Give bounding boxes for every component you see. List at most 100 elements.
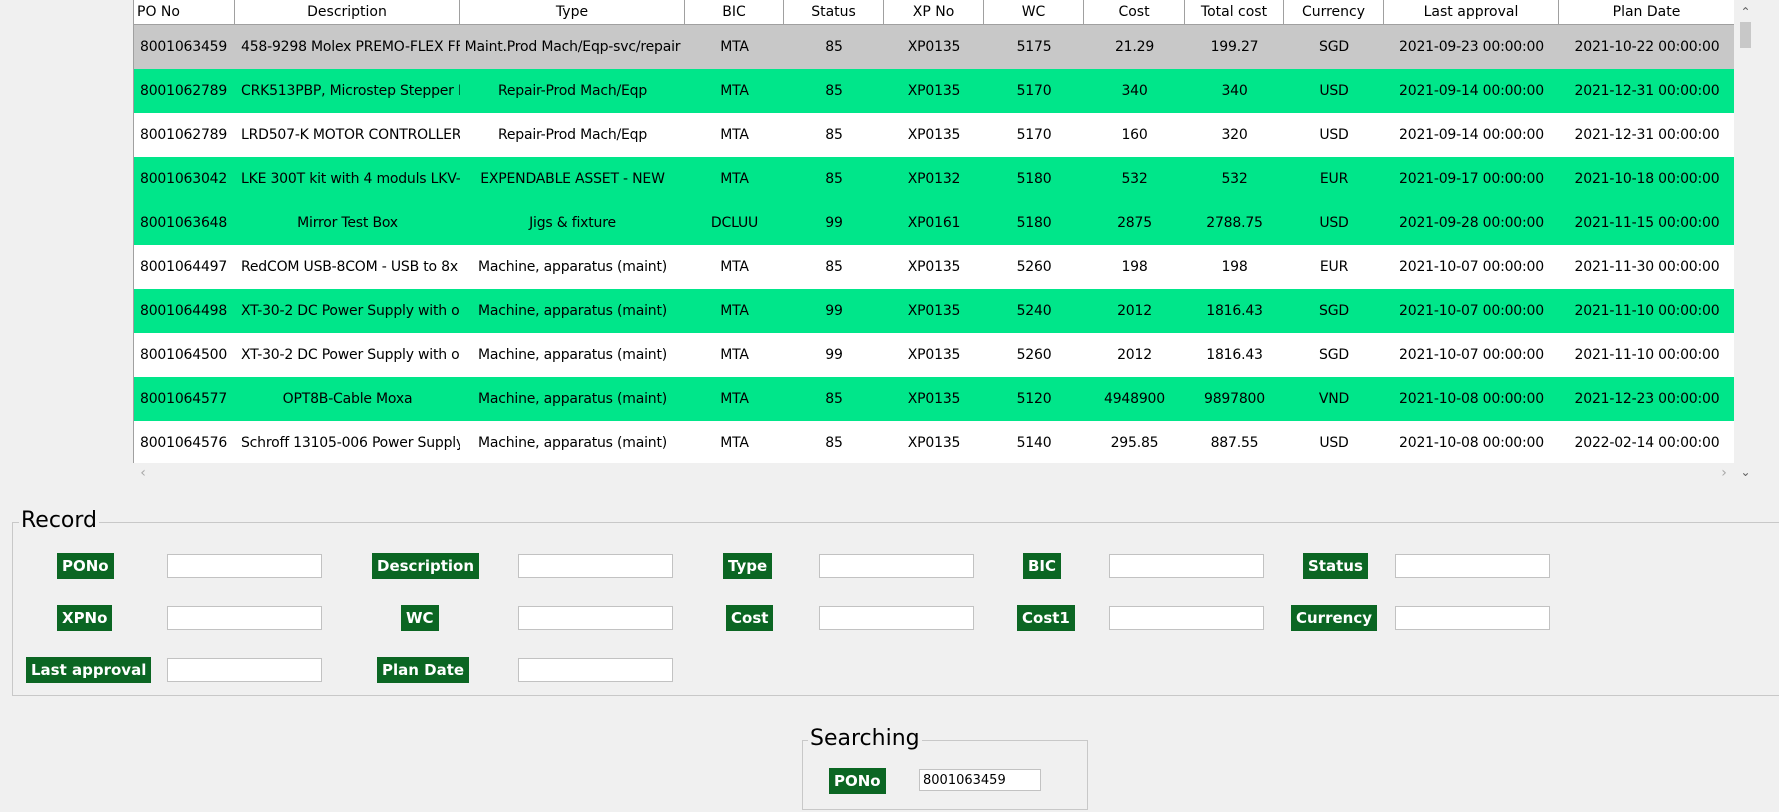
column-header-type[interactable]: Type (460, 0, 685, 24)
cell-last-approval[interactable]: 2021-09-23 00:00:00 (1384, 39, 1559, 55)
cell-cost[interactable]: 4948900 (1084, 391, 1185, 407)
cell-plan-date[interactable]: 2021-11-15 00:00:00 (1559, 215, 1735, 231)
cell-last-approval[interactable]: 2021-10-07 00:00:00 (1384, 303, 1559, 319)
table-row[interactable]: 8001063042 LKE 300T kit with 4 moduls LKV… (134, 157, 1735, 201)
currency-field[interactable] (1395, 606, 1550, 630)
scroll-right-icon[interactable]: › (1714, 463, 1734, 483)
cell-description[interactable]: XT-30-2 DC Power Supply with o (235, 347, 460, 363)
table-row[interactable]: 8001064577 OPT8B-Cable Moxa Machine, appar… (134, 377, 1735, 421)
table-row[interactable]: 8001064500 XT-30-2 DC Power Supply with o… (134, 333, 1735, 377)
cell-po-no[interactable]: 8001062789 (134, 83, 235, 99)
cell-cost[interactable]: 21.29 (1084, 39, 1185, 55)
cell-cost[interactable]: 2875 (1084, 215, 1185, 231)
vertical-scrollbar[interactable]: ⌃ ⌄ (1734, 0, 1757, 481)
cell-xp-no[interactable]: XP0135 (884, 347, 984, 363)
cell-currency[interactable]: SGD (1284, 39, 1384, 55)
column-header-cost[interactable]: Cost (1084, 0, 1185, 24)
cell-status[interactable]: 85 (784, 39, 884, 55)
cell-last-approval[interactable]: 2021-10-08 00:00:00 (1384, 435, 1559, 451)
cell-status[interactable]: 85 (784, 83, 884, 99)
column-header-wc[interactable]: WC (984, 0, 1084, 24)
scroll-left-icon[interactable]: ‹ (133, 463, 153, 483)
cell-currency[interactable]: EUR (1284, 171, 1384, 187)
cell-currency[interactable]: SGD (1284, 347, 1384, 363)
cell-last-approval[interactable]: 2021-09-28 00:00:00 (1384, 215, 1559, 231)
last-approval-field[interactable] (167, 658, 322, 682)
cell-type[interactable]: Machine, apparatus (maint) (460, 435, 685, 451)
cell-description[interactable]: LRD507-K MOTOR CONTROLLER (235, 127, 460, 143)
cell-status[interactable]: 99 (784, 347, 884, 363)
cell-cost[interactable]: 532 (1084, 171, 1185, 187)
cell-currency[interactable]: USD (1284, 83, 1384, 99)
cell-wc[interactable]: 5180 (984, 215, 1084, 231)
cell-wc[interactable]: 5180 (984, 171, 1084, 187)
cell-last-approval[interactable]: 2021-09-14 00:00:00 (1384, 83, 1559, 99)
column-header-status[interactable]: Status (784, 0, 884, 24)
cell-wc[interactable]: 5260 (984, 347, 1084, 363)
type-field[interactable] (819, 554, 974, 578)
cell-plan-date[interactable]: 2021-10-18 00:00:00 (1559, 171, 1735, 187)
cell-cost[interactable]: 340 (1084, 83, 1185, 99)
description-field[interactable] (518, 554, 673, 578)
column-header-currency[interactable]: Currency (1284, 0, 1384, 24)
cell-description[interactable]: Schroff 13105-006 Power Supply (235, 435, 460, 451)
column-header-po-no[interactable]: PO No (134, 0, 235, 24)
cell-currency[interactable]: EUR (1284, 259, 1384, 275)
cell-type[interactable]: Repair-Prod Mach/Eqp (460, 83, 685, 99)
cell-last-approval[interactable]: 2021-10-07 00:00:00 (1384, 347, 1559, 363)
cell-total-cost[interactable]: 340 (1185, 83, 1284, 99)
cell-status[interactable]: 99 (784, 215, 884, 231)
cell-po-no[interactable]: 8001063459 (134, 39, 235, 55)
status-field[interactable] (1395, 554, 1550, 578)
table-row[interactable]: 8001062789 CRK513PBP, Microstep Stepper M… (134, 69, 1735, 113)
cell-wc[interactable]: 5260 (984, 259, 1084, 275)
cell-cost[interactable]: 295.85 (1084, 435, 1185, 451)
cell-wc[interactable]: 5140 (984, 435, 1084, 451)
wc-field[interactable] (518, 606, 673, 630)
column-header-last-approval[interactable]: Last approval (1384, 0, 1559, 24)
cell-description[interactable]: 458-9298 Molex PREMO-FLEX FF (235, 39, 460, 55)
cell-total-cost[interactable]: 199.27 (1185, 39, 1284, 55)
search-pono-input[interactable] (919, 769, 1041, 791)
cell-type[interactable]: Machine, apparatus (maint) (460, 259, 685, 275)
cell-total-cost[interactable]: 887.55 (1185, 435, 1284, 451)
cell-cost[interactable]: 2012 (1084, 303, 1185, 319)
cell-total-cost[interactable]: 1816.43 (1185, 303, 1284, 319)
po-table[interactable]: PO No Description Type BIC Status XP No … (133, 0, 1735, 481)
cell-status[interactable]: 85 (784, 171, 884, 187)
cell-po-no[interactable]: 8001064498 (134, 303, 235, 319)
cell-bic[interactable]: MTA (685, 39, 784, 55)
plan-date-field[interactable] (518, 658, 673, 682)
horizontal-scrollbar[interactable]: ‹ › (133, 463, 1734, 483)
cell-currency[interactable]: USD (1284, 127, 1384, 143)
cell-wc[interactable]: 5170 (984, 127, 1084, 143)
cell-total-cost[interactable]: 1816.43 (1185, 347, 1284, 363)
cell-status[interactable]: 85 (784, 391, 884, 407)
cell-total-cost[interactable]: 9897800 (1185, 391, 1284, 407)
cost1-field[interactable] (1109, 606, 1264, 630)
table-row[interactable]: 8001064576 Schroff 13105-006 Power Supply… (134, 421, 1735, 465)
cell-bic[interactable]: MTA (685, 391, 784, 407)
cell-bic[interactable]: MTA (685, 347, 784, 363)
cell-last-approval[interactable]: 2021-10-07 00:00:00 (1384, 259, 1559, 275)
cell-plan-date[interactable]: 2021-11-10 00:00:00 (1559, 303, 1735, 319)
cell-bic[interactable]: MTA (685, 259, 784, 275)
cell-type[interactable]: Jigs & fixture (460, 215, 685, 231)
cell-xp-no[interactable]: XP0132 (884, 171, 984, 187)
cell-currency[interactable]: SGD (1284, 303, 1384, 319)
cell-plan-date[interactable]: 2022-02-14 00:00:00 (1559, 435, 1735, 451)
scroll-up-icon[interactable]: ⌃ (1734, 0, 1757, 24)
cell-wc[interactable]: 5120 (984, 391, 1084, 407)
cell-po-no[interactable]: 8001063648 (134, 215, 235, 231)
cell-wc[interactable]: 5175 (984, 39, 1084, 55)
cell-last-approval[interactable]: 2021-09-14 00:00:00 (1384, 127, 1559, 143)
cell-description[interactable]: OPT8B-Cable Moxa (235, 391, 460, 407)
cell-wc[interactable]: 5170 (984, 83, 1084, 99)
column-header-bic[interactable]: BIC (685, 0, 784, 24)
table-row[interactable]: 8001063459 458-9298 Molex PREMO-FLEX FF Ma… (134, 25, 1735, 69)
cell-xp-no[interactable]: XP0135 (884, 435, 984, 451)
cell-xp-no[interactable]: XP0135 (884, 303, 984, 319)
cell-xp-no[interactable]: XP0135 (884, 391, 984, 407)
cell-total-cost[interactable]: 320 (1185, 127, 1284, 143)
column-header-plan-date[interactable]: Plan Date (1559, 0, 1735, 24)
